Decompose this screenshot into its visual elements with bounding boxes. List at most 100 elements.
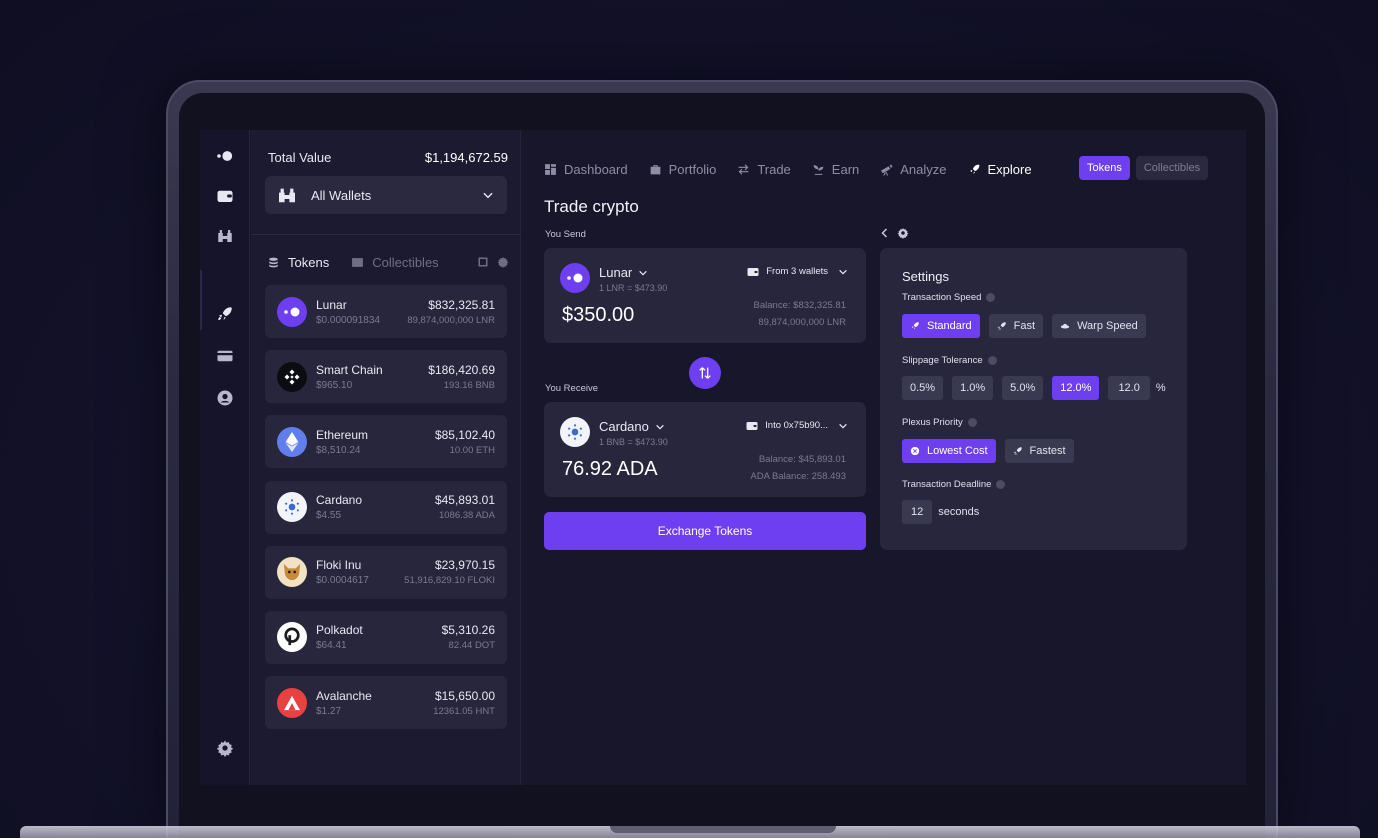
chevron-down-icon: [656, 424, 664, 430]
speed-options: Standard Fast Warp Speed: [902, 314, 1146, 338]
profile-icon[interactable]: [215, 388, 235, 408]
send-balance: Balance: $832,325.81 89,874,000,000 LNR: [754, 298, 846, 331]
info-icon[interactable]: [986, 293, 996, 302]
coin-icon: [910, 446, 920, 456]
you-send-label: You Send: [545, 229, 586, 240]
send-amount[interactable]: $350.00: [562, 304, 634, 327]
token-name: Floki Inu: [316, 558, 362, 573]
token-amount: 89,874,000,000 LNR: [407, 314, 495, 326]
tab-collectibles[interactable]: Collectibles: [351, 255, 439, 270]
explore-icon: [969, 164, 979, 174]
toggle-tokens[interactable]: Tokens: [1079, 156, 1130, 180]
wallet-select[interactable]: All Wallets: [265, 176, 507, 214]
chevron-left-icon[interactable]: [879, 227, 891, 239]
token-price: $1.27: [316, 705, 342, 717]
page-title: Trade crypto: [544, 197, 639, 216]
rocket-fast-icon: [997, 322, 1006, 330]
nav-portfolio[interactable]: Portfolio: [649, 162, 716, 177]
token-row-floki[interactable]: Floki Inu $0.0004617 $23,970.15 51,916,829…: [265, 545, 507, 599]
wallet-icon[interactable]: [215, 186, 235, 206]
nav-trade[interactable]: Trade: [737, 162, 791, 177]
coins-icon: [269, 257, 278, 267]
token-value: $832,325.81: [428, 297, 495, 312]
token-name: Ethereum: [316, 427, 369, 442]
token-value: $85,102.40: [434, 427, 495, 442]
info-icon[interactable]: [967, 418, 977, 427]
token-row-avalanche[interactable]: Avalanche $1.27 $15,650.00 12361.05 HNT: [265, 676, 507, 730]
cardano-logo-icon: [277, 492, 307, 523]
token-name: Lunar: [316, 297, 347, 312]
slippage-12-0-button[interactable]: 12.0%: [1052, 376, 1100, 400]
rocket-icon[interactable]: [215, 304, 235, 324]
briefcase-icon: [650, 164, 660, 174]
exchange-tokens-button[interactable]: Exchange Tokens: [544, 512, 866, 550]
priority-lowest-cost-button[interactable]: Lowest Cost: [902, 439, 996, 463]
laptop-base: [20, 826, 1360, 838]
slippage-options: 0.5% 1.0% 5.0% 12.0% 12.0 %: [902, 376, 1166, 400]
slippage-custom-input[interactable]: 12.0: [1108, 376, 1150, 400]
ethereum-logo-icon: [277, 426, 307, 457]
gear-icon[interactable]: [497, 256, 509, 268]
swap-vertical-icon: [699, 367, 711, 379]
tab-tokens[interactable]: Tokens: [267, 255, 329, 270]
nav-earn[interactable]: Earn: [812, 162, 859, 177]
token-name: Polkadot: [316, 623, 363, 638]
slippage-1-0-button[interactable]: 1.0%: [952, 376, 994, 400]
nav-analyze[interactable]: Analyze: [880, 161, 947, 177]
cardano-logo-icon: [560, 417, 590, 447]
slippage-label: Slippage Tolerance: [902, 355, 983, 366]
expand-icon[interactable]: [477, 256, 489, 268]
ufo-icon: [1060, 323, 1070, 329]
toggle-collectibles[interactable]: Collectibles: [1135, 156, 1209, 180]
chevron-down-icon: [639, 270, 648, 276]
info-icon[interactable]: [996, 480, 1006, 489]
token-amount: 12361.05 HNT: [433, 705, 495, 717]
token-row-ethereum[interactable]: Ethereum $8,510.24 $85,102.40 10.00 ETH: [265, 415, 507, 469]
lunar-logo-icon: [560, 263, 590, 293]
portfolio-panel: Total Value $1,194,672.59 All Wallets To…: [251, 130, 521, 785]
swap-direction-button[interactable]: [689, 357, 721, 389]
speed-warp-button[interactable]: Warp Speed: [1052, 314, 1146, 338]
token-price: $8,510.24: [316, 444, 361, 456]
card-icon[interactable]: [215, 346, 235, 366]
nav-explore-label: Explore: [987, 161, 1032, 177]
list-tools: [477, 256, 509, 268]
avalanche-logo-icon: [277, 687, 307, 718]
deadline-unit: seconds: [938, 506, 980, 518]
receive-amount: 76.92 ADA: [562, 458, 658, 480]
send-coin-select[interactable]: Lunar: [599, 265, 648, 280]
slippage-5-0-button[interactable]: 5.0%: [1002, 376, 1044, 400]
speed-group-label: Transaction Speed: [902, 292, 996, 303]
send-balance-token: 89,874,000,000 LNR: [758, 316, 846, 328]
nav-dashboard[interactable]: Dashboard: [544, 162, 628, 177]
speed-standard-button[interactable]: Standard: [902, 314, 980, 338]
send-wallet-select[interactable]: From 3 wallets: [747, 266, 848, 277]
asset-tabs: Tokens Collectibles: [267, 252, 509, 272]
speed-warp-label: Warp Speed: [1077, 320, 1138, 332]
nav-explore[interactable]: Explore: [968, 162, 1032, 177]
token-list: Lunar $0.000091834 $832,325.81 89,874,000,…: [265, 285, 507, 741]
receive-wallet-select[interactable]: Into 0x75b90...: [746, 420, 848, 431]
token-row-smart-chain[interactable]: Smart Chain $965.10 $186,420.69 193.16 BNB: [265, 350, 507, 404]
token-amount: 82.44 DOT: [448, 640, 495, 652]
token-row-polkadot[interactable]: Polkadot $64.41 $5,310.26 82.44 DOT: [265, 610, 507, 664]
slippage-0-5-button[interactable]: 0.5%: [902, 376, 944, 400]
receive-card: Cardano 1 BNB = $473.90 Into 0x75b90... …: [544, 402, 866, 497]
deadline-input[interactable]: 12: [902, 500, 933, 524]
priority-fastest-button[interactable]: Fastest: [1004, 439, 1074, 463]
token-price: $64.41: [316, 640, 347, 652]
info-icon[interactable]: [987, 356, 997, 365]
send-coin-name: Lunar: [599, 265, 633, 280]
speed-fast-button[interactable]: Fast: [988, 314, 1044, 338]
token-value: $5,310.26: [441, 623, 495, 638]
token-row-lunar[interactable]: Lunar $0.000091834 $832,325.81 89,874,000,…: [265, 285, 507, 338]
receive-coin-select[interactable]: Cardano: [599, 419, 665, 434]
gear-icon[interactable]: [897, 227, 909, 239]
token-row-cardano[interactable]: Cardano $4.55 $45,893.01 1086.38 ADA: [265, 480, 507, 534]
wallet-select-value: All Wallets: [311, 187, 372, 203]
settings-gear-icon[interactable]: [215, 738, 235, 758]
logo-icon[interactable]: [215, 146, 235, 166]
settings-header-tools: [879, 227, 909, 239]
nav-analyze-label: Analyze: [900, 161, 947, 177]
binoculars-icon[interactable]: [215, 226, 235, 246]
